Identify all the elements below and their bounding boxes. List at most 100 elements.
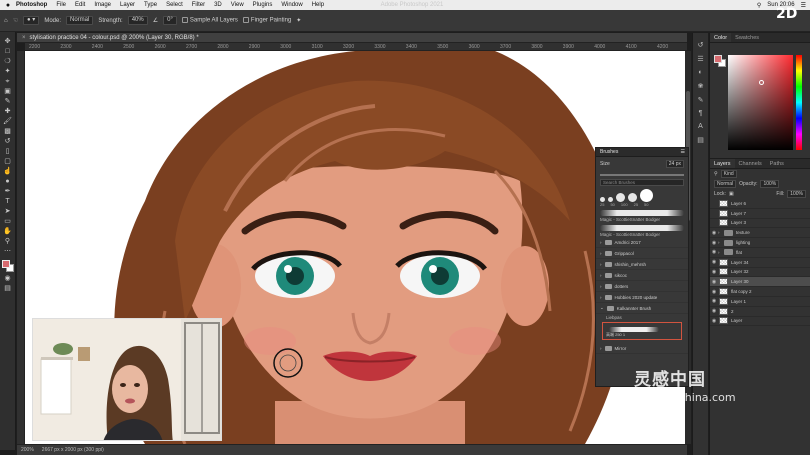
quick-mask-icon[interactable]: ◉: [3, 275, 12, 282]
character-icon[interactable]: A: [698, 123, 703, 130]
hand-tool-icon[interactable]: ✋: [3, 228, 12, 235]
visibility-eye-icon[interactable]: ◉: [710, 240, 718, 246]
hue-slider[interactable]: [796, 55, 802, 150]
lock-icon[interactable]: ▣: [729, 191, 734, 197]
chevron-right-icon[interactable]: ›: [718, 240, 723, 245]
subfolder-name[interactable]: Liebpas: [596, 314, 688, 320]
path-selection-tool-icon[interactable]: ➤: [3, 208, 12, 215]
layer-row[interactable]: ◉ 2: [710, 307, 810, 317]
strength-input[interactable]: 40%: [127, 16, 148, 25]
brush-tip[interactable]: [616, 193, 625, 202]
tab-color[interactable]: Color: [710, 33, 732, 42]
visibility-eye-icon[interactable]: ◉: [710, 259, 718, 265]
foreground-color-swatch[interactable]: [1, 260, 10, 268]
dodge-tool-icon[interactable]: ●: [3, 178, 12, 185]
brush-settings-icon[interactable]: ❀: [698, 82, 704, 90]
menu-3d[interactable]: 3D: [214, 2, 222, 8]
brush-folder[interactable]: › Amdrici 2017: [596, 237, 688, 248]
blend-mode-select[interactable]: Normal: [714, 180, 737, 188]
rectangle-tool-icon[interactable]: ▭: [3, 218, 12, 225]
apple-icon[interactable]: ●: [4, 2, 12, 9]
visibility-eye-icon[interactable]: ◉: [710, 269, 718, 275]
layer-group-row[interactable]: ◉ › flat: [710, 248, 810, 258]
healing-tool-icon[interactable]: ✚: [3, 108, 12, 115]
visibility-eye-icon[interactable]: ◉: [710, 249, 718, 255]
lasso-tool-icon[interactable]: ❍: [3, 58, 12, 65]
properties-icon[interactable]: ☰: [697, 55, 703, 63]
menu-select[interactable]: Select: [166, 2, 183, 8]
layer-filter-kind[interactable]: Kind: [720, 170, 737, 178]
brush-folder[interactable]: ⌄ Kalkannter Brush: [596, 303, 688, 314]
visibility-eye-icon[interactable]: ◉: [710, 318, 718, 324]
magic-wand-tool-icon[interactable]: ✦: [3, 68, 12, 75]
visibility-eye-icon[interactable]: ◉: [710, 279, 718, 285]
menu-type[interactable]: Type: [144, 2, 157, 8]
menu-filter[interactable]: Filter: [192, 2, 205, 8]
brush-folder[interactable]: › dotters: [596, 281, 688, 292]
menu-file[interactable]: File: [56, 2, 66, 8]
eyedropper-tool-icon[interactable]: ✎: [3, 98, 12, 105]
smudge-tool-icon[interactable]: ☜: [13, 17, 18, 24]
tab-swatches[interactable]: Swatches: [731, 33, 763, 42]
brush-folder[interactable]: › Mirror: [596, 343, 688, 354]
search-icon[interactable]: ⚲: [757, 2, 761, 9]
angle-input[interactable]: 0°: [163, 16, 177, 25]
history-brush-tool-icon[interactable]: ↺: [3, 138, 12, 145]
layer-row[interactable]: ◉ Layer 32: [710, 268, 810, 278]
type-tool-icon[interactable]: T: [3, 198, 12, 205]
stamp-tool-icon[interactable]: ▩: [3, 128, 12, 135]
menu-edit[interactable]: Edit: [75, 2, 85, 8]
layer-group-row[interactable]: ◉ › lighting: [710, 238, 810, 248]
brush-tool-icon[interactable]: 🖌: [3, 118, 12, 125]
frame-tool-icon[interactable]: ▣: [3, 88, 12, 95]
menu-plugins[interactable]: Plugins: [253, 2, 273, 8]
screen-mode-icon[interactable]: ▤: [3, 285, 12, 292]
menu-view[interactable]: View: [231, 2, 244, 8]
brushes-panel-header[interactable]: Brushes ☰: [596, 148, 688, 157]
brush-folder[interactable]: › Hobbies 2020 update: [596, 292, 688, 303]
chevron-right-icon[interactable]: ›: [718, 230, 723, 235]
mode-select[interactable]: Normal: [66, 16, 94, 25]
panel-menu-icon[interactable]: ☰: [681, 149, 685, 155]
visibility-eye-icon[interactable]: ◉: [710, 289, 718, 295]
menu-layer[interactable]: Layer: [120, 2, 135, 8]
color-swatches[interactable]: [1, 260, 14, 272]
layer-row[interactable]: ◉ Layer: [710, 317, 810, 327]
symmetry-icon[interactable]: ✦: [296, 17, 301, 24]
size-slider[interactable]: [600, 174, 684, 176]
layer-row[interactable]: ◉ Layer 30: [710, 277, 810, 288]
menu-image[interactable]: Image: [94, 2, 111, 8]
layer-row[interactable]: Layer 6: [710, 199, 810, 209]
menu-help[interactable]: Help: [312, 2, 324, 8]
sample-all-layers-checkbox[interactable]: Sample All Layers: [181, 17, 238, 24]
layer-row[interactable]: ◉ flat copy 2: [710, 287, 810, 297]
eraser-tool-icon[interactable]: ▯: [3, 148, 12, 155]
zoom-tool-icon[interactable]: ⚲: [3, 238, 12, 245]
visibility-eye-icon[interactable]: ◉: [710, 298, 718, 304]
visibility-eye-icon[interactable]: ◉: [710, 230, 718, 236]
more-tools-icon[interactable]: ⋯: [3, 248, 12, 255]
libraries-icon[interactable]: ▤: [697, 136, 704, 144]
document-tab[interactable]: × stylisation practice 04 - colour.psd @…: [17, 33, 687, 43]
layer-row[interactable]: ◉ Layer 34: [710, 258, 810, 268]
brush-preset-picker[interactable]: ● ▾: [23, 16, 40, 25]
smudge-tool-icon[interactable]: ☝: [3, 168, 12, 175]
color-picker-cursor[interactable]: [759, 80, 764, 85]
brush-folder[interactable]: › Grippacol: [596, 248, 688, 259]
layer-group-row[interactable]: ◉ › texture: [710, 228, 810, 239]
layer-row[interactable]: ◉ Layer 1: [710, 297, 810, 307]
move-tool-icon[interactable]: ✥: [3, 38, 12, 45]
adjustments-icon[interactable]: ◐: [698, 69, 702, 76]
paragraph-icon[interactable]: ¶: [699, 110, 703, 117]
selected-brush-preset[interactable]: 高端 250 1: [602, 322, 682, 340]
brush-tip[interactable]: [628, 193, 637, 202]
brush-search-input[interactable]: Search Brushes: [600, 179, 684, 186]
brush-tip[interactable]: [640, 189, 653, 202]
tab-paths[interactable]: Paths: [766, 159, 788, 168]
size-input[interactable]: 24 px: [665, 160, 684, 168]
brush-folder[interactable]: › shishin_mehrsh: [596, 259, 688, 270]
tab-channels[interactable]: Channels: [735, 159, 766, 168]
marquee-tool-icon[interactable]: □: [3, 48, 12, 55]
brush-folder[interactable]: › sikcoc: [596, 270, 688, 281]
gradient-tool-icon[interactable]: ▢: [3, 158, 12, 165]
